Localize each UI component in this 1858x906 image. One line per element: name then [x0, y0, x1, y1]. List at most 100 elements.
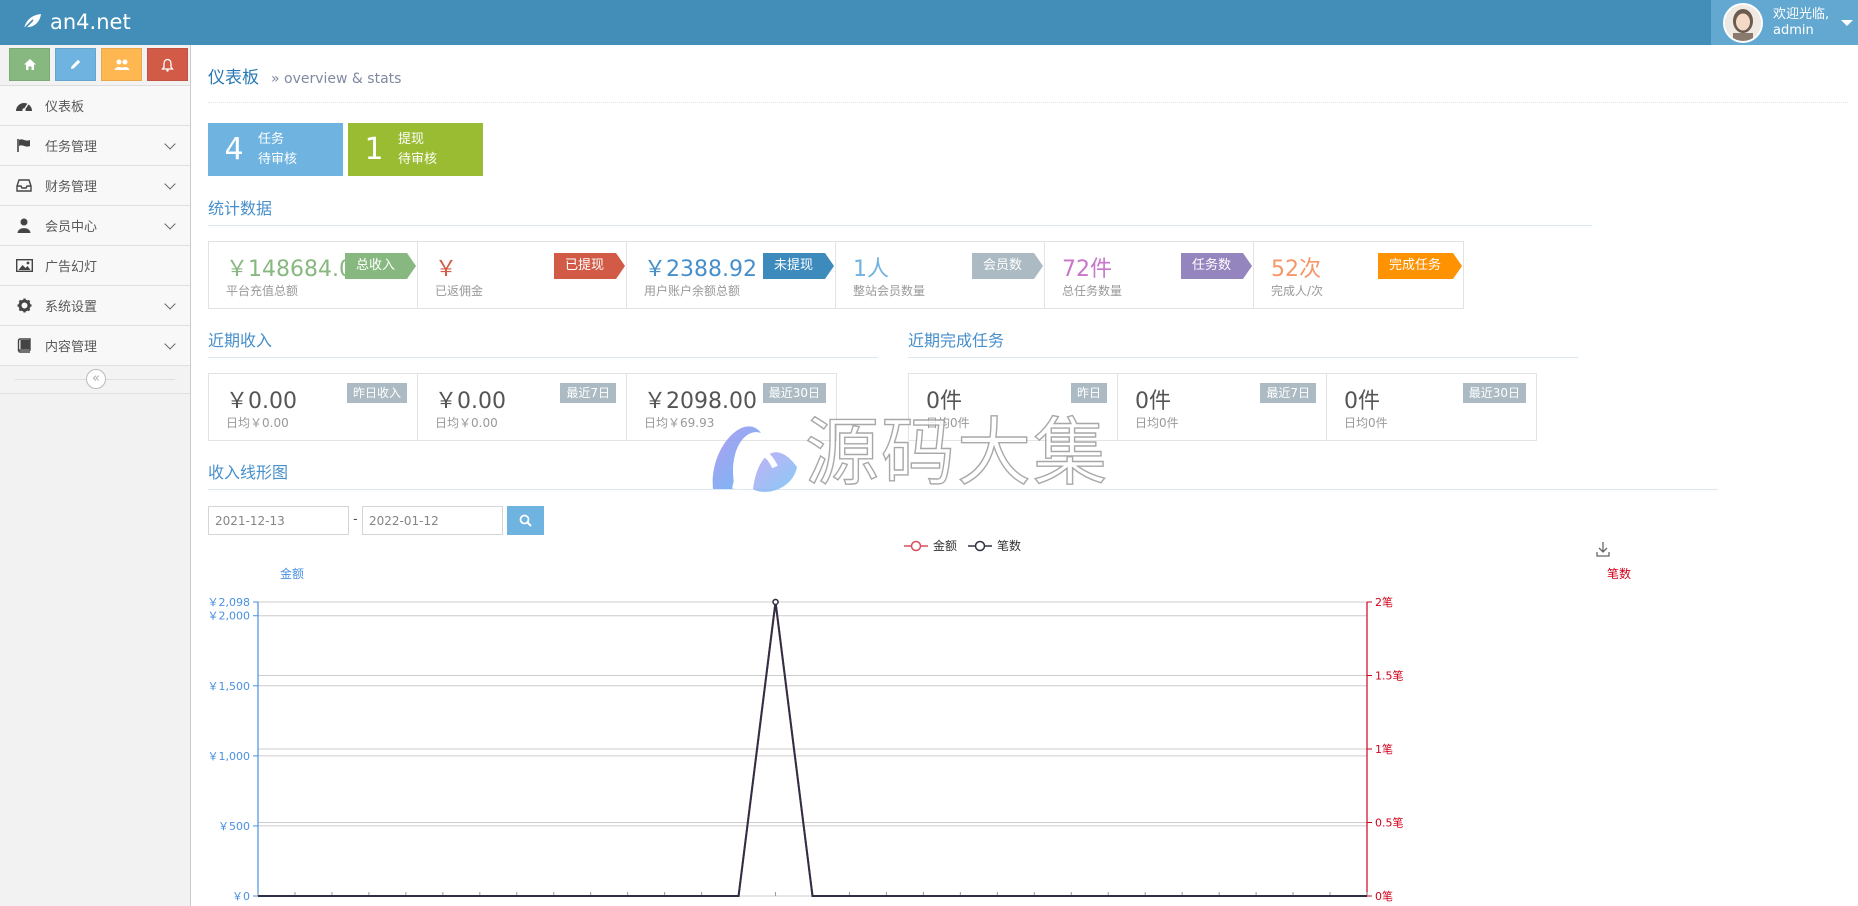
sidebar-item-task-management[interactable]: 任务管理: [0, 126, 190, 166]
sidebar-item-ad-slides[interactable]: 广告幻灯: [0, 246, 190, 286]
sidebar-item-label: 系统设置: [45, 300, 98, 315]
stat-value: 1人: [853, 257, 889, 282]
download-icon[interactable]: [1596, 542, 1610, 557]
pending-withdrawals-status: 待审核: [398, 151, 438, 167]
sidebar-item-finance-management[interactable]: 财务管理: [0, 166, 190, 206]
shortcut-users-button[interactable]: [101, 48, 142, 81]
sidebar-item-label: 广告幻灯: [45, 260, 98, 275]
user-menu[interactable]: 欢迎光临, admin: [1711, 0, 1858, 45]
search-icon: [519, 514, 532, 527]
legend-item-count[interactable]: 笔数: [968, 538, 1021, 553]
stat-total-income: ￥148684.0 平台充值总额 总收入: [209, 242, 418, 308]
stat-desc: 日均0件: [1344, 416, 1388, 430]
stat-value: 0件: [926, 389, 962, 414]
stat-ribbon: 完成任务: [1377, 253, 1463, 279]
income-7-days: ￥0.00 日均￥0.00 最近7日: [418, 374, 627, 440]
stat-badge: 昨日: [1070, 383, 1107, 403]
sidebar-collapse-button[interactable]: «: [86, 369, 106, 389]
sidebar-shortcuts: [0, 45, 190, 86]
pencil-icon: [71, 59, 81, 69]
stat-value: ￥0.00: [226, 389, 297, 414]
home-icon: [23, 59, 36, 70]
stat-desc: 用户账户余额总额: [644, 284, 741, 298]
stat-value: ￥2098.00: [644, 389, 757, 414]
user-name: admin: [1773, 22, 1814, 38]
income-30-days: ￥2098.00 日均￥69.93 最近30日: [627, 374, 836, 440]
avatar: [1723, 2, 1763, 43]
pending-withdrawals-count: 1: [364, 132, 384, 167]
shortcut-home-button[interactable]: [9, 48, 50, 81]
y-right-tick-label: 1笔: [1375, 742, 1393, 756]
sidebar-item-label: 内容管理: [45, 340, 98, 355]
bell-icon: [161, 58, 174, 72]
legend: 金额 笔数: [904, 538, 1021, 553]
grid-lines: [258, 601, 1367, 897]
sidebar: 仪表板 任务管理 财务管理 会员中心 广告幻灯 系统设置 内容管理 «: [0, 45, 191, 906]
tasks-7-days: 0件 日均0件 最近7日: [1118, 374, 1327, 440]
recent-income-title: 近期收入: [208, 327, 878, 358]
stat-tasks: 72件 总任务数量 任务数: [1045, 242, 1254, 308]
stat-desc: 日均￥0.00: [226, 416, 289, 430]
y-right-tick-label: 0.5笔: [1375, 816, 1404, 830]
flag-icon: [14, 138, 34, 154]
sidebar-item-dashboard[interactable]: 仪表板: [0, 86, 190, 126]
stat-value: 0件: [1135, 389, 1171, 414]
dashboard-icon: [14, 98, 34, 114]
chevron-down-icon: [164, 137, 176, 150]
stat-badge: 最近7日: [1260, 383, 1316, 403]
stat-desc: 平台充值总额: [226, 284, 299, 298]
gear-icon: [14, 298, 34, 314]
sidebar-item-member-center[interactable]: 会员中心: [0, 206, 190, 246]
caret-down-icon: [1841, 19, 1854, 26]
recent-tasks-row: 0件 日均0件 昨日 0件 日均0件 最近7日 0件 日均0件 最近30日: [908, 373, 1537, 441]
user-greeting: 欢迎光临,: [1773, 6, 1830, 22]
stat-ribbon: 已提现: [553, 253, 626, 279]
stat-desc: 日均0件: [926, 416, 970, 430]
legend-item-amount[interactable]: 金额: [904, 538, 957, 553]
stat-value: ￥148684.0: [226, 257, 353, 282]
stat-desc: 整站会员数量: [853, 284, 926, 298]
pending-tasks-count: 4: [224, 132, 244, 167]
y-right-tick-label: 0笔: [1375, 889, 1393, 903]
legend-label-count: 笔数: [997, 538, 1021, 553]
data-point[interactable]: [772, 598, 779, 606]
sidebar-item-label: 任务管理: [45, 140, 98, 155]
pending-withdrawals-label: 提现: [398, 131, 425, 147]
stat-badge: 最近30日: [762, 383, 826, 403]
book-icon: [14, 338, 34, 354]
stat-value: ￥2388.92: [644, 257, 757, 282]
stat-value: 72件: [1062, 257, 1112, 282]
brand-logo[interactable]: an4.net: [22, 8, 131, 36]
pending-tasks-box[interactable]: 4 任务 待审核: [208, 123, 343, 176]
shortcut-edit-button[interactable]: [55, 48, 96, 81]
y-right-axis-name: 笔数: [1607, 566, 1631, 581]
top-navbar: an4.net 欢迎光临, admin: [0, 0, 1858, 45]
stats-section-title: 统计数据: [208, 195, 1592, 226]
recent-tasks-title: 近期完成任务: [908, 327, 1578, 358]
y-left-tick-label: ￥2,000: [208, 610, 251, 623]
page-title: 仪表板: [208, 68, 259, 88]
sidebar-item-label: 财务管理: [45, 180, 98, 195]
pending-tasks-status: 待审核: [258, 151, 298, 167]
pending-tasks-label: 任务: [258, 131, 285, 147]
y-left-tick-label: ￥1,500: [208, 680, 251, 693]
pending-withdrawals-box[interactable]: 1 提现 待审核: [348, 123, 483, 176]
series: [258, 598, 1367, 897]
stat-value: ￥0.00: [435, 389, 506, 414]
stat-value: 52次: [1271, 257, 1321, 282]
stat-desc: 完成人/次: [1271, 284, 1324, 298]
income-line-chart-container: 金额 笔数 金额 笔数 ￥0 ￥500 ￥1,000 ￥1,500 ￥2,000 ￥2,0…: [192, 530, 1692, 906]
stat-ribbon: 未提现: [762, 253, 835, 279]
stat-ribbon: 任务数: [1180, 253, 1253, 279]
legend-label-amount: 金额: [933, 538, 957, 553]
y-left-tick-label: ￥0: [232, 890, 250, 903]
stat-badge: 最近30日: [1462, 383, 1526, 403]
sidebar-item-system-settings[interactable]: 系统设置: [0, 286, 190, 326]
sidebar-item-content-management[interactable]: 内容管理: [0, 326, 190, 366]
income-chart-title: 收入线形图: [208, 459, 1718, 490]
y-right-tick-label: 1.5笔: [1375, 669, 1404, 683]
shortcut-notifications-button[interactable]: [147, 48, 188, 81]
stat-badge: 昨日收入: [346, 383, 407, 403]
users-icon: [114, 59, 129, 70]
chevron-down-icon: [164, 297, 176, 310]
